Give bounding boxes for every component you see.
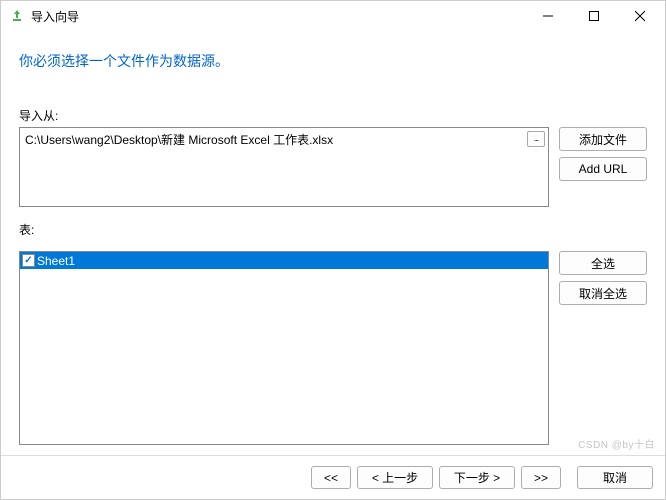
list-item[interactable]: Sheet1: [20, 252, 548, 269]
prev-button[interactable]: < 上一步: [357, 466, 433, 489]
maximize-button[interactable]: [571, 1, 617, 31]
file-path-text: C:\Users\wang2\Desktop\新建 Microsoft Exce…: [25, 133, 333, 147]
tables-side-buttons: 全选 取消全选: [559, 251, 647, 445]
app-icon: [9, 8, 25, 24]
deselect-all-button[interactable]: 取消全选: [559, 281, 647, 305]
browse-button[interactable]: ...: [527, 131, 545, 147]
tables-label: 表:: [19, 221, 647, 238]
tables-listbox[interactable]: Sheet1: [19, 251, 549, 445]
checkbox-icon[interactable]: [22, 254, 35, 267]
instruction-heading: 你必须选择一个文件作为数据源。: [19, 51, 647, 71]
next-button[interactable]: 下一步 >: [439, 466, 515, 489]
select-all-button[interactable]: 全选: [559, 251, 647, 275]
window-controls: [525, 1, 663, 31]
tables-row: Sheet1 全选 取消全选: [19, 251, 647, 445]
import-from-row: C:\Users\wang2\Desktop\新建 Microsoft Exce…: [19, 127, 647, 207]
add-file-button[interactable]: 添加文件: [559, 127, 647, 151]
table-name: Sheet1: [37, 254, 75, 268]
footer-nav: << < 上一步 下一步 > >> 取消: [1, 455, 665, 499]
titlebar: 导入向导: [1, 1, 665, 31]
file-path-box[interactable]: C:\Users\wang2\Desktop\新建 Microsoft Exce…: [19, 127, 549, 207]
import-wizard-window: 导入向导 你必须选择一个文件作为数据源。 导入从: C:\Users\wang2…: [0, 0, 666, 500]
file-side-buttons: 添加文件 Add URL: [559, 127, 647, 207]
content-area: 你必须选择一个文件作为数据源。 导入从: C:\Users\wang2\Desk…: [1, 31, 665, 455]
last-page-button[interactable]: >>: [521, 466, 561, 489]
close-button[interactable]: [617, 1, 663, 31]
add-url-button[interactable]: Add URL: [559, 157, 647, 181]
minimize-button[interactable]: [525, 1, 571, 31]
import-from-label: 导入从:: [19, 107, 647, 124]
window-title: 导入向导: [31, 8, 525, 25]
first-page-button[interactable]: <<: [311, 466, 351, 489]
cancel-button[interactable]: 取消: [577, 466, 653, 489]
